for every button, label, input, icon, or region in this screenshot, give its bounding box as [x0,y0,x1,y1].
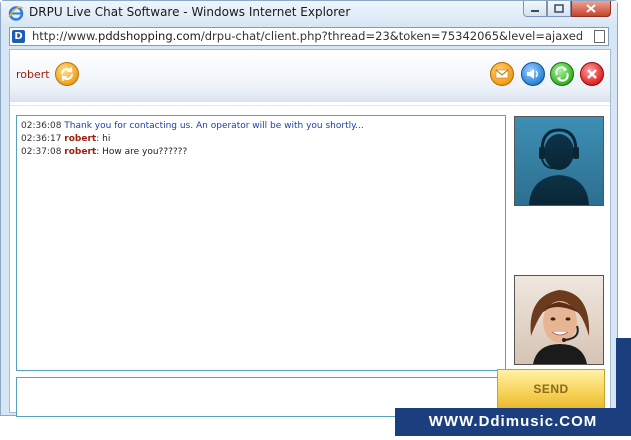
operator-avatar [514,116,604,206]
window-close-button[interactable] [571,1,611,17]
message-time: 02:36:17 [21,134,62,144]
close-icon [586,4,596,13]
user-avatar [514,275,604,365]
url-rest: /drpu-chat/client.php?thread=23&token=75… [200,29,582,43]
banner-edge [616,338,631,410]
message-body: : hi [96,134,111,144]
send-button[interactable]: SEND [497,369,605,410]
watermark-text: WWW.Ddimusic.COM [428,413,598,430]
ie-icon [8,6,24,21]
url-prefix: http://www. [32,29,99,43]
message-time: 02:37:08 [21,147,62,157]
close-chat-button[interactable] [580,62,604,86]
maximize-icon [554,4,564,13]
chat-log[interactable]: 02:36:08 Thank you for contacting us. An… [16,115,506,371]
refresh-button[interactable] [55,62,79,86]
chat-message: 02:36:17 robert: hi [21,133,501,146]
window-controls [523,1,611,18]
message-time: 02:36:08 [21,121,62,131]
minimize-icon [531,10,539,12]
page-icon[interactable] [594,30,605,43]
message-sender: robert [64,147,97,157]
chat-header: robert [10,50,610,102]
site-favicon-icon: D [12,30,25,43]
header-divider [10,105,610,106]
sync-icon [555,66,569,82]
address-bar[interactable]: D http://www.pddshopping.com/drpu-chat/c… [9,27,609,46]
mail-icon [495,69,509,79]
user-name: robert [16,68,50,81]
mail-button[interactable] [490,62,514,86]
close-icon [587,69,597,79]
refresh-icon [61,66,73,82]
window-title: DRPU Live Chat Software - Windows Intern… [29,5,351,19]
user-photo-icon [530,290,590,364]
browser-window: DRPU Live Chat Software - Windows Intern… [0,0,618,417]
message-sender: robert [64,134,97,144]
message-text: Thank you for contacting us. An operator… [64,121,364,131]
maximize-button[interactable] [547,1,571,17]
title-bar[interactable]: DRPU Live Chat Software - Windows Intern… [1,1,617,25]
chat-page: robert 02:36:08 Thank you for contacting… [9,49,611,417]
address-url[interactable]: http://www.pddshopping.com/drpu-chat/cli… [32,29,582,43]
sound-icon [527,69,538,79]
chat-message: 02:36:08 Thank you for contacting us. An… [21,120,501,133]
url-host: pddshopping.com [98,29,201,43]
sound-button[interactable] [521,62,545,86]
operator-silhouette-icon [529,128,589,205]
message-body: : How are you?????? [96,147,188,157]
minimize-button[interactable] [523,1,547,17]
sync-button[interactable] [550,62,574,86]
chat-message: 02:37:08 robert: How are you?????? [21,146,501,159]
watermark-banner: WWW.Ddimusic.COM [395,408,631,436]
